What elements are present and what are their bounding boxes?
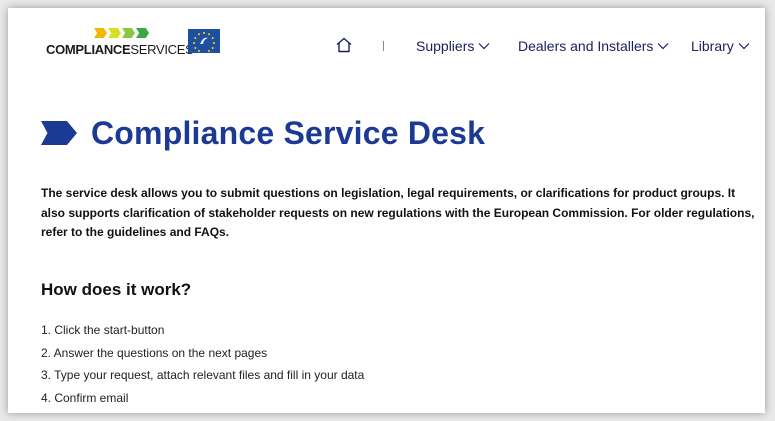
energy-label-arrows <box>94 28 150 38</box>
chevron-down-icon <box>738 43 750 50</box>
chevron-right-icon <box>41 121 77 145</box>
logo-text: COMPLIANCESERVICES <box>46 42 194 57</box>
site-header: COMPLIANCESERVICES Suppliers Dealers and… <box>8 8 765 78</box>
chevron-down-icon <box>478 43 490 50</box>
chevron-down-icon <box>657 43 669 50</box>
nav-label: Suppliers <box>416 38 475 54</box>
compliance-services-logo[interactable]: COMPLIANCESERVICES <box>46 28 194 62</box>
page: COMPLIANCESERVICES Suppliers Dealers and… <box>8 8 765 413</box>
intro-text: The service desk allows you to submit qu… <box>41 186 755 239</box>
nav-label: Library <box>691 38 734 54</box>
list-item: 4. Confirm email <box>41 390 129 405</box>
how-it-works-heading: How does it work? <box>41 280 192 299</box>
page-title: Compliance Service Desk <box>91 115 486 151</box>
home-icon[interactable] <box>335 36 353 56</box>
list-item: 1. Click the start-button <box>41 323 165 337</box>
eu-life-flag-icon <box>188 29 220 53</box>
nav-dealers-and-installers[interactable]: Dealers and Installers <box>518 36 669 56</box>
list-item: 2. Answer the questions on the next page… <box>41 345 268 360</box>
list-item: 3. Type your request, attach relevant fi… <box>41 368 365 382</box>
nav-label: Dealers and Installers <box>518 38 654 54</box>
steps-list: 1. Click the start-button 2. Answer the … <box>41 319 364 409</box>
title-row: Compliance Service Desk <box>41 110 485 156</box>
nav-suppliers[interactable]: Suppliers <box>416 36 490 56</box>
nav-divider <box>383 41 384 51</box>
nav-library[interactable]: Library <box>691 36 750 56</box>
